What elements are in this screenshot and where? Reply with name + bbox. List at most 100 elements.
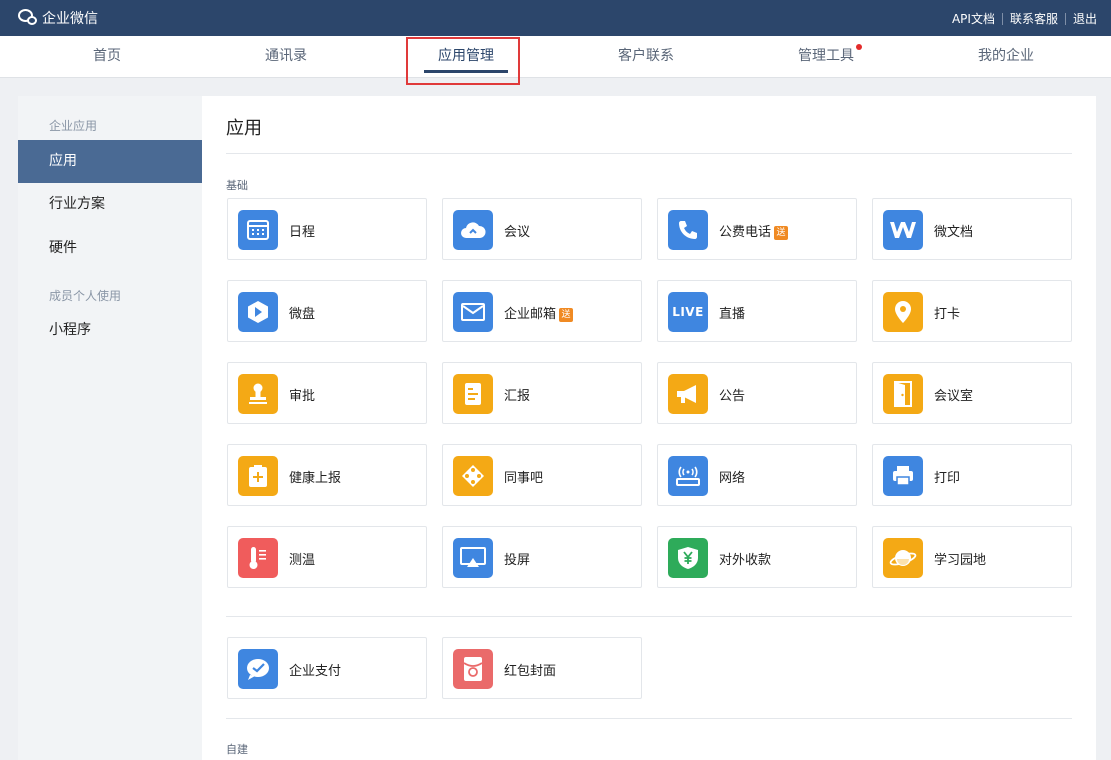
app-card-health-report[interactable]: 健康上报: [227, 444, 427, 506]
app-name: 学习园地: [934, 553, 987, 568]
app-name: 红包封面: [504, 664, 557, 679]
printer-icon: [883, 456, 923, 496]
report-icon: [453, 374, 493, 414]
app-name: 打卡: [934, 307, 961, 322]
app-card-wedoc[interactable]: 微文档: [872, 198, 1072, 260]
red-packet-icon: [453, 649, 493, 689]
app-card-learning[interactable]: 学习园地: [872, 526, 1072, 588]
app-card-check-in[interactable]: 打卡: [872, 280, 1072, 342]
section-label-basic: 基础: [226, 179, 248, 192]
wecom-logo-icon: [18, 9, 38, 27]
app-name: 直播: [719, 307, 746, 322]
app-card-drive[interactable]: 微盘: [227, 280, 427, 342]
wifi-router-icon: [668, 456, 708, 496]
app-card-live[interactable]: LIVE 直播: [657, 280, 857, 342]
app-card-red-packet-cover[interactable]: 红包封面: [442, 637, 642, 699]
app-card-approval[interactable]: 审批: [227, 362, 427, 424]
sidebar: 企业应用 应用 行业方案 硬件 成员个人使用 小程序: [18, 96, 202, 760]
app-name: 微盘: [289, 307, 316, 322]
megaphone-icon: [668, 374, 708, 414]
brand-name: 企业微信: [42, 11, 98, 27]
app-card-report[interactable]: 汇报: [442, 362, 642, 424]
main-nav: 首页 通讯录 应用管理 客户联系 管理工具 我的企业: [0, 36, 1111, 78]
tab-admin-tools[interactable]: 管理工具: [766, 36, 886, 78]
tab-home[interactable]: 首页: [47, 36, 167, 78]
sidebar-group-enterprise-apps: 企业应用: [49, 119, 98, 133]
gift-badge: 送: [774, 226, 789, 240]
doc-w-icon: [883, 210, 923, 250]
cloud-meeting-icon: [453, 210, 493, 250]
app-name: 网络: [719, 471, 746, 486]
app-name: 微文档: [934, 225, 974, 240]
top-bar: 企业微信 API文档 联系客服 退出: [0, 0, 1111, 36]
app-name: 会议: [504, 225, 531, 240]
app-card-enterprise-payment[interactable]: 企业支付: [227, 637, 427, 699]
app-name: 健康上报: [289, 471, 342, 486]
app-card-print[interactable]: 打印: [872, 444, 1072, 506]
divider: [1064, 12, 1066, 25]
divider: [226, 718, 1072, 719]
mail-icon: [453, 292, 493, 332]
door-icon: [883, 374, 923, 414]
sidebar-item-mini-programs[interactable]: 小程序: [18, 309, 202, 352]
app-card-meeting-room[interactable]: 会议室: [872, 362, 1072, 424]
thermometer-icon: [238, 538, 278, 578]
planet-icon: [883, 538, 923, 578]
divider: [226, 153, 1072, 154]
gift-badge: 送: [559, 308, 574, 322]
app-name: 汇报: [504, 389, 531, 404]
sidebar-item-apps[interactable]: 应用: [18, 140, 202, 183]
brand[interactable]: 企业微信: [18, 8, 98, 28]
app-name: 打印: [934, 471, 961, 486]
app-card-colleague-forum[interactable]: 同事吧: [442, 444, 642, 506]
diamond-icon: [453, 456, 493, 496]
stamp-icon: [238, 374, 278, 414]
screen-cast-icon: [453, 538, 493, 578]
tab-contacts[interactable]: 通讯录: [226, 36, 346, 78]
yuan-shield-icon: [668, 538, 708, 578]
section-label-custom: 自建: [226, 743, 248, 756]
sidebar-group-personal-use: 成员个人使用: [49, 289, 122, 303]
active-tab-underline: [424, 70, 508, 73]
app-name: 测温: [289, 553, 316, 568]
app-name: 企业邮箱送: [504, 303, 574, 322]
logout-link[interactable]: 退出: [1073, 10, 1097, 27]
app-card-announcement[interactable]: 公告: [657, 362, 857, 424]
sidebar-item-hardware[interactable]: 硬件: [18, 227, 202, 270]
top-links: API文档 联系客服 退出: [952, 10, 1097, 27]
app-name: 同事吧: [504, 471, 544, 486]
api-docs-link[interactable]: API文档: [952, 10, 995, 27]
tab-customer-contact[interactable]: 客户联系: [586, 36, 706, 78]
app-card-meeting[interactable]: 会议: [442, 198, 642, 260]
app-card-temperature[interactable]: 测温: [227, 526, 427, 588]
notification-dot: [856, 44, 862, 50]
app-name: 审批: [289, 389, 316, 404]
location-pin-icon: [883, 292, 923, 332]
app-name: 公费电话送: [719, 221, 789, 240]
app-name: 投屏: [504, 553, 531, 568]
app-card-email[interactable]: 企业邮箱送: [442, 280, 642, 342]
live-icon: LIVE: [668, 292, 708, 332]
payment-chat-icon: [238, 649, 278, 689]
app-name: 日程: [289, 225, 316, 240]
contact-support-link[interactable]: 联系客服: [1010, 10, 1058, 27]
page-title: 应用: [226, 118, 262, 139]
app-card-screen-cast[interactable]: 投屏: [442, 526, 642, 588]
app-name: 会议室: [934, 389, 974, 404]
app-card-schedule[interactable]: 日程: [227, 198, 427, 260]
calendar-icon: [238, 210, 278, 250]
divider: [226, 616, 1072, 617]
app-card-public-phone[interactable]: 公费电话送: [657, 198, 857, 260]
tab-my-company[interactable]: 我的企业: [946, 36, 1066, 78]
drive-icon: [238, 292, 278, 332]
app-card-receive-payments[interactable]: 对外收款: [657, 526, 857, 588]
medical-icon: [238, 456, 278, 496]
app-name: 对外收款: [719, 553, 772, 568]
divider: [1001, 12, 1003, 25]
sidebar-item-industry-solutions[interactable]: 行业方案: [18, 183, 202, 226]
tab-app-management[interactable]: 应用管理: [406, 36, 526, 78]
phone-icon: [668, 210, 708, 250]
app-card-network[interactable]: 网络: [657, 444, 857, 506]
app-name: 企业支付: [289, 664, 342, 679]
app-name: 公告: [719, 389, 746, 404]
